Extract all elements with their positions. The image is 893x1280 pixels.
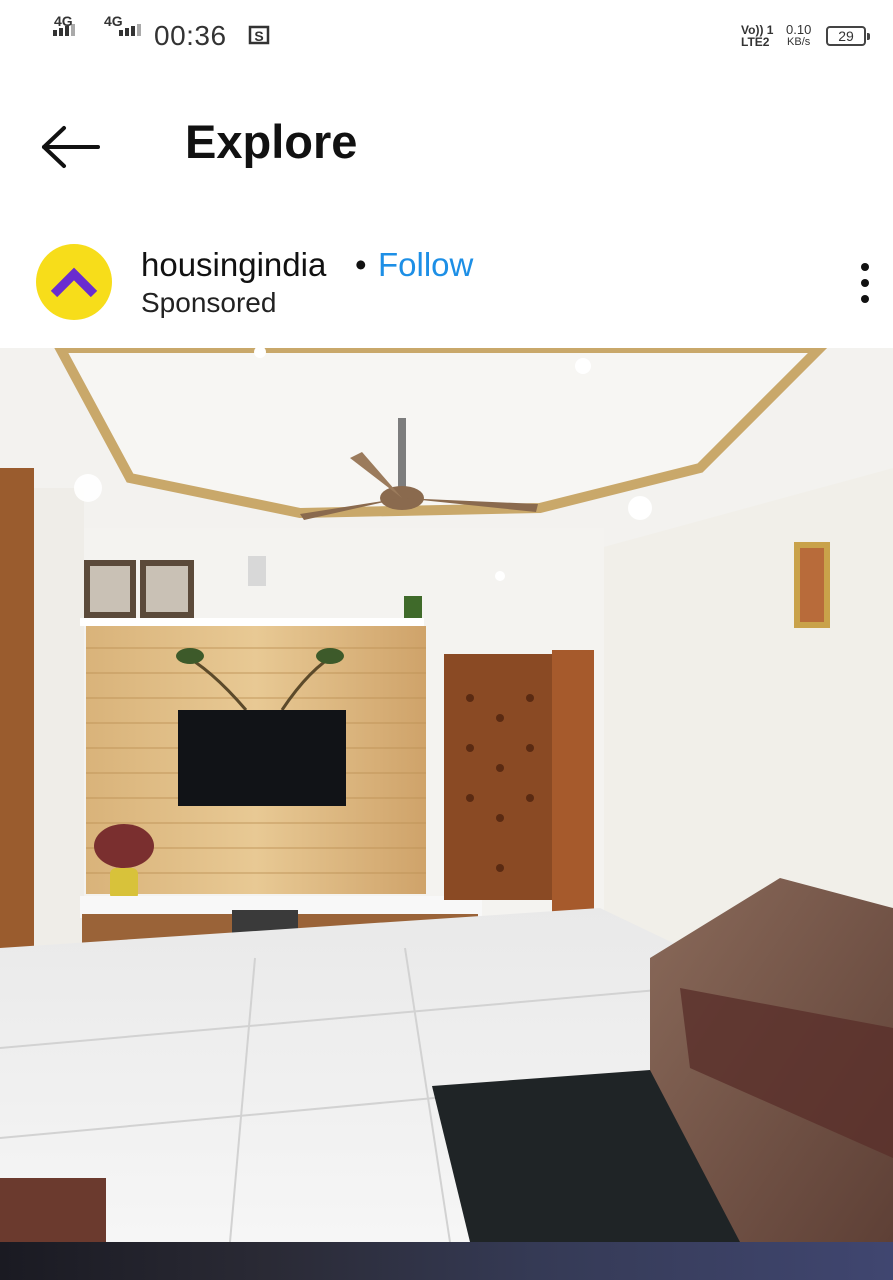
network-speed: 0.10 KB/s [786, 23, 811, 49]
page-title: Explore [185, 115, 358, 168]
clock: 00:36 [154, 20, 227, 51]
signal-sim1: 4G [52, 14, 75, 36]
follow-button[interactable]: Follow [378, 246, 473, 284]
status-bar: 4G 4G 00:36 S Vo)) 1 LTE2 0.10 KB/s 29 [0, 0, 893, 72]
separator-dot: • [355, 246, 367, 283]
sponsored-label: Sponsored [141, 287, 277, 318]
speed-value: 0.10 [786, 22, 812, 37]
signal-sim2: 4G [104, 14, 141, 36]
post-image[interactable] [0, 348, 893, 1242]
housing-logo-icon [50, 267, 98, 298]
more-vertical-icon[interactable] [850, 262, 880, 304]
arrow-left-icon[interactable] [38, 122, 104, 172]
speed-unit: KB/s [787, 36, 811, 48]
post-username[interactable]: housingindia [141, 246, 326, 284]
lte-label: LTE2 [741, 35, 770, 49]
network-type-sim1: 4G [54, 13, 73, 29]
avatar[interactable] [36, 244, 112, 320]
battery-level: 29 [838, 28, 854, 44]
svg-text:S: S [254, 28, 263, 44]
top-app-bar: Explore [0, 100, 893, 190]
volte-indicator: Vo)) 1 LTE2 [741, 24, 773, 48]
screenshot-icon: S [248, 25, 270, 45]
network-type-sim2: 4G [104, 13, 123, 29]
battery-icon: 29 [826, 26, 870, 46]
living-room-photo [0, 348, 893, 1242]
next-post-preview[interactable] [0, 1242, 893, 1280]
